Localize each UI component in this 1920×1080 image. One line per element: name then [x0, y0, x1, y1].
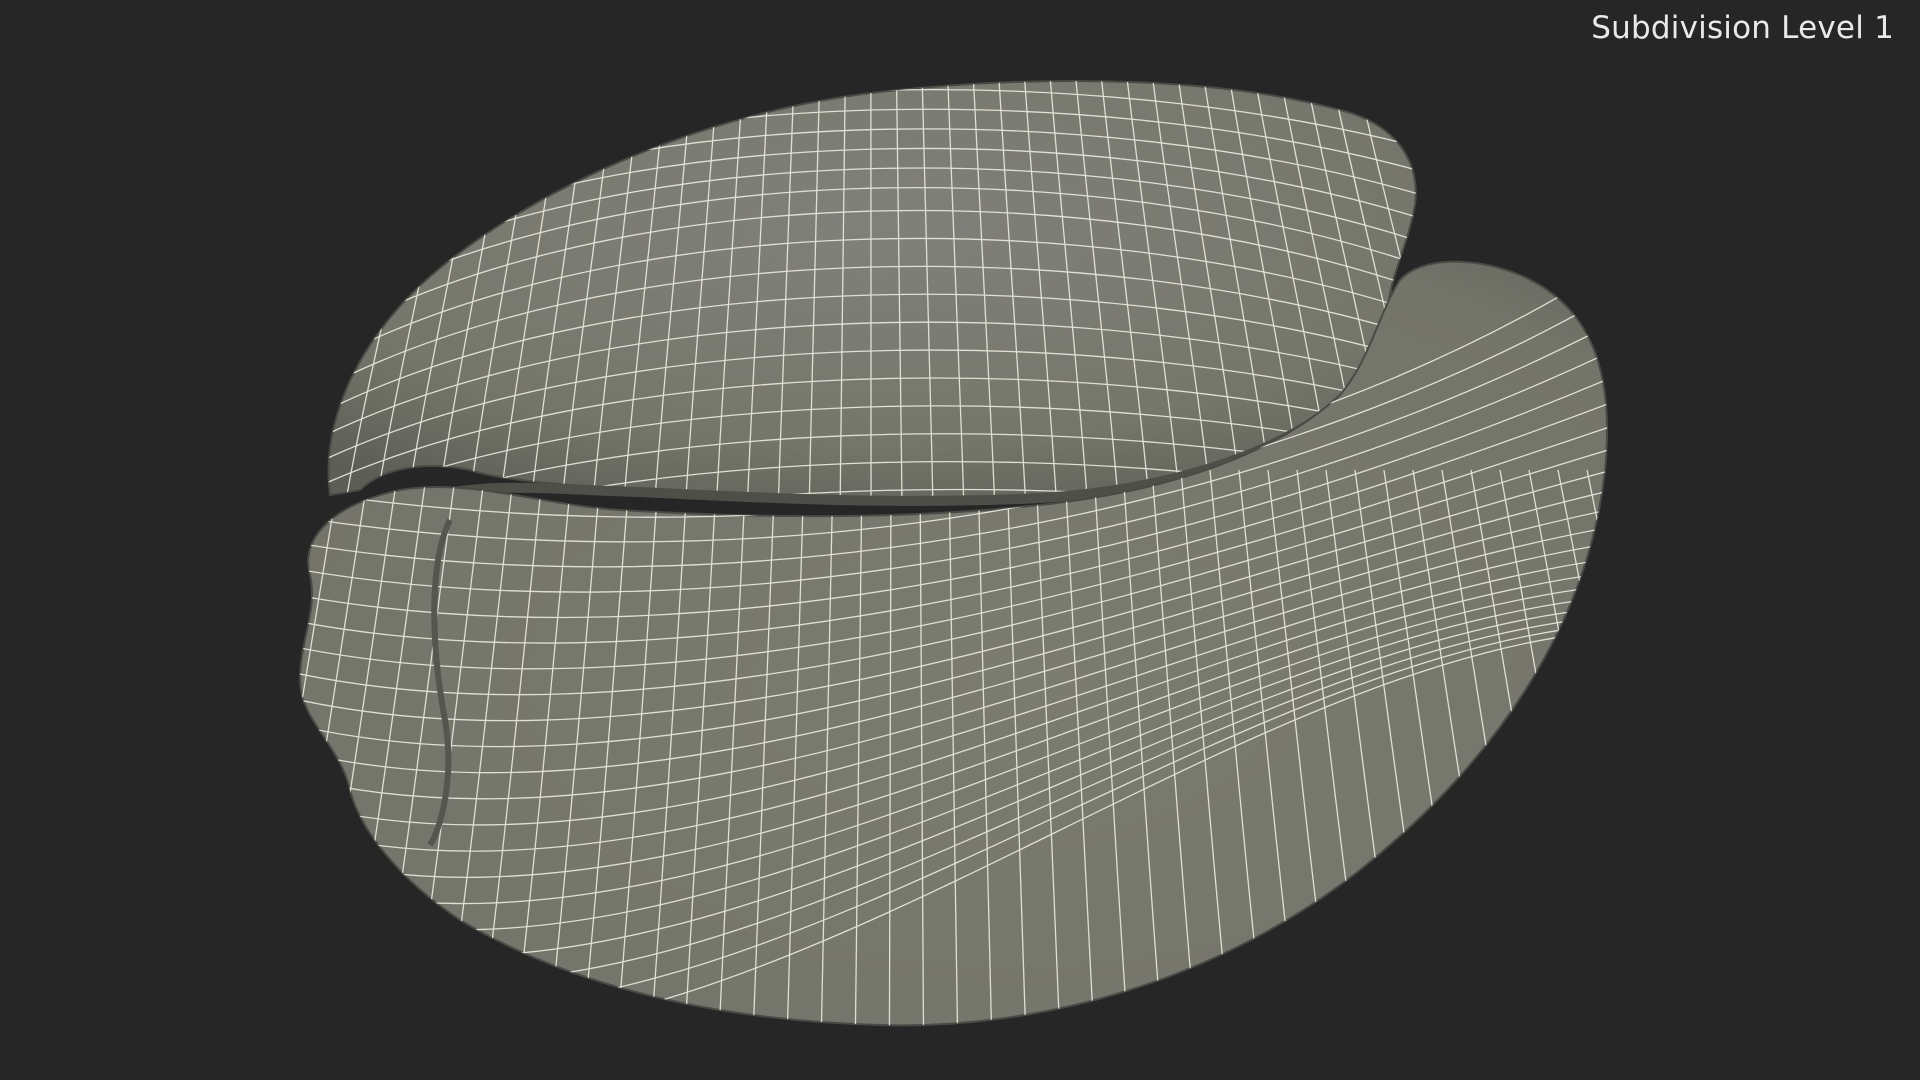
3d-viewport[interactable]: Subdivision Level 1 [0, 0, 1920, 1080]
coffee-bean-wireframe-model [298, 80, 1745, 1050]
mesh-line [1586, 469, 1608, 1026]
subdivision-level-label: Subdivision Level 1 [1591, 10, 1894, 46]
mesh-line [1616, 470, 1745, 1050]
